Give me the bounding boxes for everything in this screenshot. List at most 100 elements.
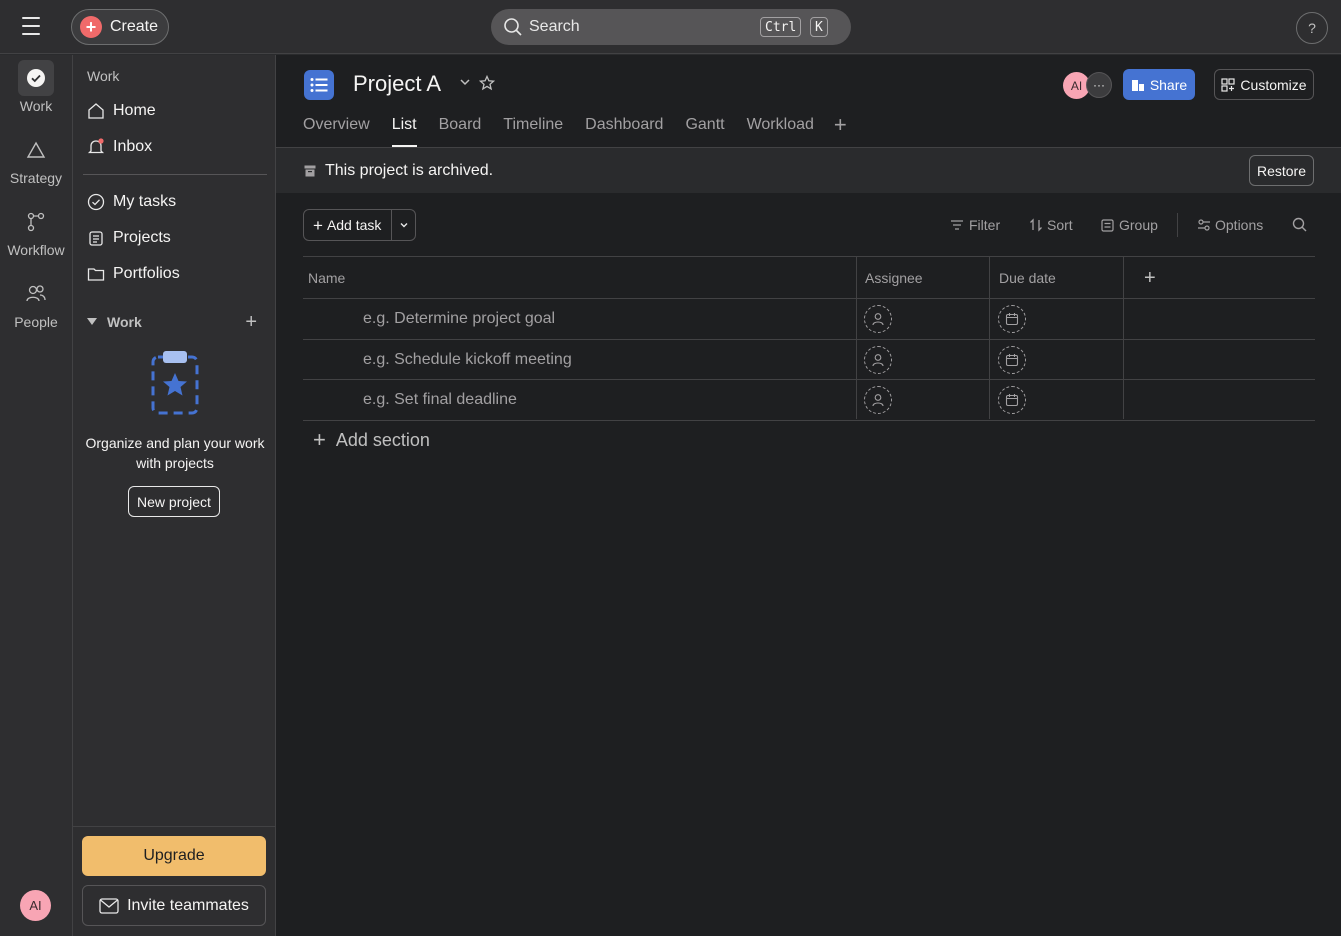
- sidebar-item-label: My tasks: [113, 193, 177, 210]
- rail-label: Workflow: [7, 242, 65, 258]
- project-title: Project A: [353, 71, 442, 96]
- tab-overview[interactable]: Overview: [303, 116, 370, 147]
- search-icon[interactable]: [1292, 217, 1307, 232]
- table-row[interactable]: e.g. Set final deadline: [303, 380, 1315, 421]
- sidebar-item-label: Projects: [113, 229, 171, 246]
- toolbar-divider: [1177, 213, 1178, 237]
- add-project-icon[interactable]: +: [245, 312, 257, 332]
- group-button[interactable]: Group: [1101, 216, 1158, 234]
- chevron-down-icon[interactable]: [458, 75, 472, 89]
- options-button[interactable]: Options: [1197, 216, 1263, 234]
- column-header-name[interactable]: Name: [303, 257, 345, 299]
- create-button[interactable]: + Create: [71, 9, 169, 45]
- project-header: Project A Overview List Board Timeline D…: [276, 55, 1341, 148]
- list-icon: [304, 70, 334, 100]
- add-task-dropdown[interactable]: [392, 210, 415, 240]
- check-circle-icon: [87, 193, 105, 211]
- people-icon: [18, 276, 54, 312]
- add-column-icon[interactable]: +: [1139, 257, 1156, 299]
- upgrade-button[interactable]: Upgrade: [82, 836, 266, 876]
- share-label: Share: [1149, 76, 1188, 93]
- sidebar-heading: Work: [87, 68, 120, 84]
- sort-icon: [1030, 218, 1042, 232]
- rail-item-work[interactable]: Work: [0, 60, 72, 114]
- restore-button[interactable]: Restore: [1249, 155, 1314, 186]
- menu-icon[interactable]: [22, 17, 50, 37]
- customize-button[interactable]: Customize: [1214, 69, 1314, 100]
- calendar-icon[interactable]: [998, 386, 1026, 414]
- invite-label: Invite teammates: [127, 896, 249, 914]
- promo-text: Organize and plan your work with project…: [85, 435, 265, 471]
- group-label: Group: [1119, 217, 1158, 233]
- left-rail: Work Strategy Workflow People AI: [0, 55, 72, 936]
- more-members-icon[interactable]: ···: [1086, 72, 1112, 98]
- assignee-icon[interactable]: [864, 345, 892, 374]
- help-button[interactable]: ?: [1296, 12, 1328, 44]
- tab-list[interactable]: List: [391, 116, 417, 147]
- chevron-down-icon: [400, 223, 408, 228]
- add-task-label: Add task: [326, 217, 382, 233]
- add-section-label: Add section: [335, 429, 430, 450]
- create-label: Create: [110, 18, 159, 35]
- share-button[interactable]: Share: [1123, 69, 1195, 100]
- calendar-icon[interactable]: [998, 305, 1026, 333]
- tab-gantt[interactable]: Gantt: [685, 116, 724, 147]
- plus-icon: +: [313, 427, 326, 452]
- sidebar-item-home[interactable]: Home: [83, 95, 267, 127]
- table-header: Name Assignee Due date +: [303, 256, 1315, 299]
- tab-timeline[interactable]: Timeline: [503, 116, 563, 147]
- user-avatar[interactable]: AI: [20, 890, 51, 921]
- sidebar-item-label: Portfolios: [113, 265, 180, 282]
- column-header-due-date[interactable]: Due date: [994, 257, 1056, 299]
- task-name-placeholder[interactable]: e.g. Determine project goal: [363, 299, 555, 339]
- customize-icon: [1221, 77, 1236, 92]
- main-content: Project A Overview List Board Timeline D…: [276, 55, 1341, 936]
- plus-icon: +: [313, 215, 323, 235]
- add-task-button[interactable]: + Add task: [304, 210, 393, 240]
- archive-icon: [304, 165, 316, 177]
- tab-dashboard[interactable]: Dashboard: [585, 116, 663, 147]
- table-row[interactable]: e.g. Schedule kickoff meeting: [303, 340, 1315, 380]
- rail-item-strategy[interactable]: Strategy: [0, 132, 72, 186]
- sort-button[interactable]: Sort: [1029, 216, 1073, 234]
- add-tab-icon[interactable]: +: [834, 114, 847, 147]
- add-section-button[interactable]: + Add section: [313, 429, 430, 451]
- clipboard-icon: [89, 231, 103, 246]
- star-icon[interactable]: [479, 75, 495, 91]
- sidebar-bottom-divider: [73, 826, 276, 827]
- task-name-placeholder[interactable]: e.g. Schedule kickoff meeting: [363, 340, 572, 380]
- column-header-assignee[interactable]: Assignee: [860, 257, 923, 299]
- share-icon: [1131, 79, 1144, 91]
- rail-label: People: [14, 314, 58, 330]
- workflow-icon: [18, 204, 54, 240]
- sidebar-item-inbox[interactable]: Inbox: [83, 131, 267, 163]
- tab-board[interactable]: Board: [439, 116, 482, 147]
- sidebar-section-label: Work: [107, 314, 142, 330]
- home-icon: [88, 103, 104, 119]
- shortcut-k-key: K: [810, 17, 828, 37]
- assignee-icon[interactable]: [864, 386, 892, 414]
- task-name-placeholder[interactable]: e.g. Set final deadline: [363, 380, 517, 420]
- mail-icon: [99, 897, 119, 914]
- invite-teammates-button[interactable]: Invite teammates: [82, 885, 266, 926]
- archived-banner: This project is archived. Restore: [276, 148, 1341, 193]
- filter-button[interactable]: Filter: [950, 216, 1000, 234]
- options-label: Options: [1215, 217, 1264, 233]
- sidebar-section-work[interactable]: Work +: [87, 312, 267, 332]
- rail-item-workflow[interactable]: Workflow: [0, 204, 72, 258]
- tab-workload[interactable]: Workload: [747, 116, 814, 147]
- caret-down-icon: [87, 318, 97, 325]
- search-label: Search: [529, 18, 580, 35]
- rail-label: Work: [19, 98, 53, 114]
- rail-item-people[interactable]: People: [0, 276, 72, 330]
- sidebar-item-my-tasks[interactable]: My tasks: [83, 186, 267, 218]
- top-bar: + Create Search Ctrl K ?: [0, 0, 1341, 54]
- sidebar-item-projects[interactable]: Projects: [83, 222, 267, 254]
- table-row[interactable]: e.g. Determine project goal: [303, 299, 1315, 340]
- sidebar-item-label: Home: [113, 102, 156, 119]
- assignee-icon[interactable]: [864, 305, 892, 333]
- new-project-button[interactable]: New project: [128, 486, 220, 517]
- search-bar[interactable]: Search Ctrl K: [491, 9, 851, 45]
- calendar-icon[interactable]: [998, 345, 1026, 374]
- sidebar-item-portfolios[interactable]: Portfolios: [83, 258, 267, 290]
